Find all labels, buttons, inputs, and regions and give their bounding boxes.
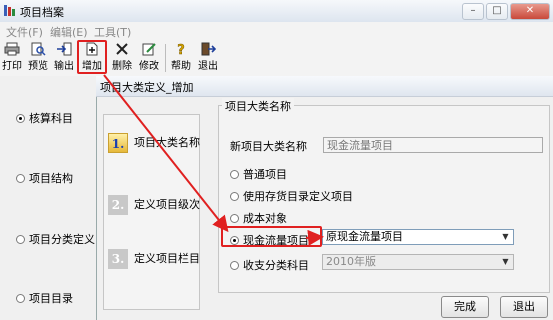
printer-icon xyxy=(4,42,20,56)
step-2: 2. 定义项目级次 xyxy=(108,195,200,215)
option-label: 普通项目 xyxy=(243,168,287,181)
radio-indicator xyxy=(16,235,25,244)
option-label: 项目分类定义 xyxy=(29,233,95,246)
income-version-value: 2010年版 xyxy=(326,255,376,268)
window-title: 项目档案 xyxy=(20,6,64,19)
chevron-down-icon: ▼ xyxy=(502,257,509,266)
option-accounting-subject[interactable]: 核算科目 xyxy=(16,110,73,126)
menu-tools[interactable]: 工具(T) xyxy=(94,24,131,40)
step-2-badge: 2. xyxy=(108,195,128,215)
add-button-highlight xyxy=(77,40,107,74)
help-label: 帮助 xyxy=(171,61,191,72)
income-version-select[interactable]: 2010年版 ▼ xyxy=(322,254,514,270)
exit-button[interactable]: 退出 xyxy=(196,42,220,74)
export-icon xyxy=(57,42,72,56)
delete-label: 删除 xyxy=(112,61,132,72)
new-category-name-label: 新项目大类名称 xyxy=(230,140,307,153)
print-label: 打印 xyxy=(2,61,22,72)
exit-icon xyxy=(201,42,216,56)
edit-button[interactable]: 修改 xyxy=(137,42,161,74)
option-classification-definition[interactable]: 项目分类定义 xyxy=(16,231,95,247)
finish-button[interactable]: 完成 xyxy=(441,296,489,318)
option-label: 使用存货目录定义项目 xyxy=(243,190,353,203)
radio-indicator xyxy=(230,192,239,201)
preview-label: 预览 xyxy=(28,61,48,72)
radio-indicator xyxy=(16,174,25,183)
delete-icon xyxy=(116,43,128,55)
menu-file[interactable]: 文件(F) xyxy=(6,24,43,40)
new-category-name-field[interactable]: 现金流量项目 xyxy=(323,137,543,153)
option-project-structure[interactable]: 项目结构 xyxy=(16,170,73,186)
step-3: 3. 定义项目栏目 xyxy=(108,249,200,269)
dialog-title-bar: 项目大类定义_增加 xyxy=(96,76,553,97)
menu-bar: 文件(F) 编辑(E) 工具(T) xyxy=(0,22,553,41)
cash-flow-select[interactable]: 原现金流量项目 ▼ xyxy=(322,229,514,245)
option-label: 项目结构 xyxy=(29,172,73,185)
step-2-label: 定义项目级次 xyxy=(134,198,200,211)
exit-label: 退出 xyxy=(198,61,218,72)
export-label: 输出 xyxy=(54,61,74,72)
edit-label: 修改 xyxy=(139,61,159,72)
option-income-expense-subject[interactable]: 收支分类科目 xyxy=(230,257,309,273)
step-1-badge: 1. xyxy=(108,133,128,153)
radio-indicator xyxy=(230,261,239,270)
wizard-steps: 1. 项目大类名称 2. 定义项目级次 3. 定义项目栏目 xyxy=(103,114,200,310)
close-button[interactable]: ✕ xyxy=(510,3,550,20)
preview-icon xyxy=(31,42,46,56)
step-3-badge: 3. xyxy=(108,249,128,269)
help-button[interactable]: ? 帮助 xyxy=(169,42,193,74)
export-button[interactable]: 输出 xyxy=(52,42,76,74)
option-label: 项目目录 xyxy=(29,292,73,305)
option-project-directory[interactable]: 项目目录 xyxy=(16,290,73,306)
print-button[interactable]: 打印 xyxy=(0,42,24,74)
cash-flow-highlight xyxy=(221,226,322,247)
toolbar-separator xyxy=(165,44,166,72)
option-cost-object[interactable]: 成本对象 xyxy=(230,210,287,226)
step-3-label: 定义项目栏目 xyxy=(134,252,200,265)
dialog-exit-button[interactable]: 退出 xyxy=(500,296,548,318)
radio-indicator xyxy=(230,214,239,223)
dialog-title: 项目大类定义_增加 xyxy=(100,81,194,94)
menu-edit[interactable]: 编辑(E) xyxy=(50,24,88,40)
app-icon xyxy=(4,5,15,16)
cash-flow-select-value: 原现金流量项目 xyxy=(326,230,403,243)
option-inventory-catalog[interactable]: 使用存货目录定义项目 xyxy=(230,188,353,204)
chevron-down-icon: ▼ xyxy=(502,232,509,241)
radio-indicator xyxy=(16,294,25,303)
option-label: 收支分类科目 xyxy=(243,259,309,272)
help-icon: ? xyxy=(177,43,185,56)
option-label: 核算科目 xyxy=(29,112,73,125)
edit-icon xyxy=(142,43,156,56)
step-1: 1. 项目大类名称 xyxy=(108,133,200,153)
maximize-button[interactable]: □ xyxy=(486,3,508,20)
left-option-panel: 核算科目 项目结构 项目分类定义 项目目录 xyxy=(0,76,97,320)
step-1-label: 项目大类名称 xyxy=(134,136,200,149)
delete-button[interactable]: 删除 xyxy=(110,42,134,74)
preview-button[interactable]: 预览 xyxy=(26,42,50,74)
radio-indicator xyxy=(16,114,25,123)
option-ordinary-project[interactable]: 普通项目 xyxy=(230,166,287,182)
group-title: 项目大类名称 xyxy=(222,98,294,114)
minimize-button[interactable]: – xyxy=(462,3,484,20)
window-title-bar: 项目档案 – □ ✕ xyxy=(0,0,553,23)
svg-text:?: ? xyxy=(177,43,185,56)
option-label: 成本对象 xyxy=(243,212,287,225)
radio-indicator xyxy=(230,170,239,179)
